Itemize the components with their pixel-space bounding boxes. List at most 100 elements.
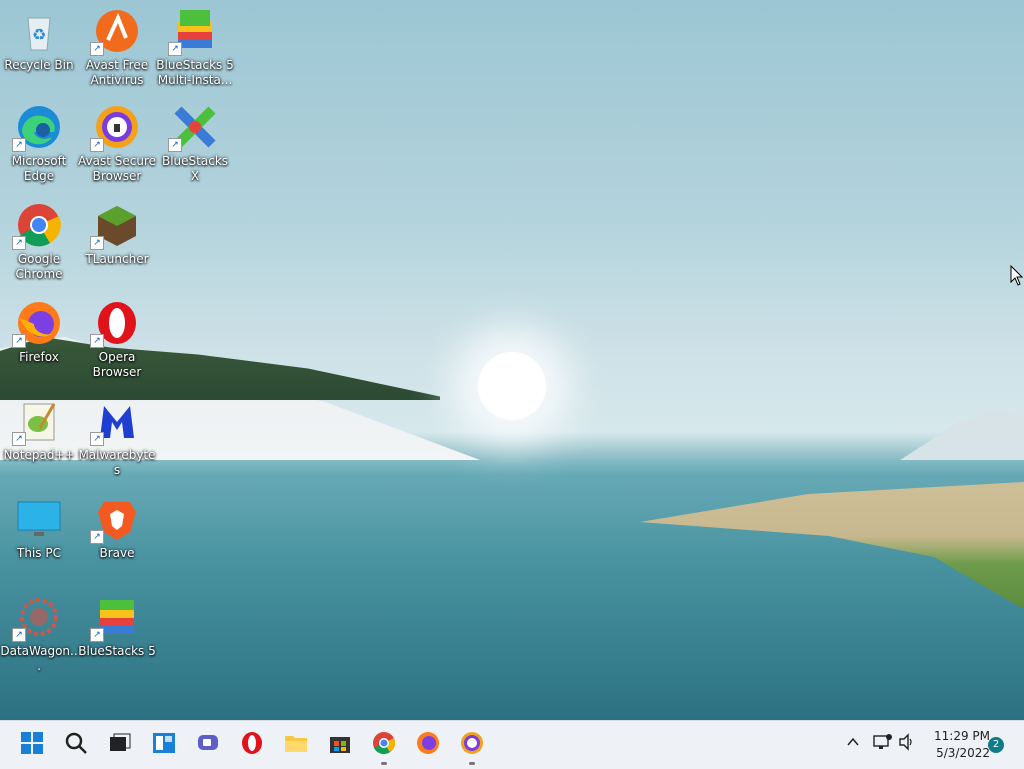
desktop-icon-recycle-bin[interactable]: ♻ Recycle Bin — [0, 8, 78, 73]
shortcut-arrow-icon: ↗ — [90, 530, 104, 544]
icon-label: DataWagon... — [0, 644, 78, 673]
opera-icon — [240, 731, 264, 759]
this-pc-icon — [16, 496, 62, 542]
taskbar: 11:29 PM 5/3/2022 2 — [0, 720, 1024, 769]
desktop-icon-datawagon[interactable]: ↗ DataWagon... — [0, 594, 78, 674]
shortcut-arrow-icon: ↗ — [12, 432, 26, 446]
taskbar-avast-secure-browser[interactable] — [456, 729, 488, 765]
shortcut-arrow-icon: ↗ — [90, 432, 104, 446]
desktop-icon-avast-free-antivirus[interactable]: ↗ Avast Free Antivirus — [78, 8, 156, 88]
shortcut-arrow-icon: ↗ — [168, 42, 182, 56]
icon-label: BlueStacks X — [161, 154, 229, 183]
icon-label: BlueStacks 5 Multi-Insta... — [156, 58, 234, 87]
start-icon — [20, 731, 44, 759]
desktop-icon-malwarebytes[interactable]: ↗ Malwarebytes — [78, 398, 156, 478]
clock[interactable]: 11:29 PM 5/3/2022 — [920, 728, 990, 762]
icon-label: Firefox — [19, 350, 59, 364]
icon-label: Avast Secure Browser — [78, 154, 156, 183]
widgets-button[interactable] — [148, 729, 180, 761]
chrome-icon: ↗ — [12, 202, 62, 250]
network-button[interactable] — [872, 733, 892, 755]
microsoft-store-icon — [328, 731, 352, 759]
icon-label: Brave — [99, 546, 135, 560]
opera-icon: ↗ — [90, 300, 140, 348]
malwarebytes-icon: ↗ — [90, 398, 140, 446]
desktop-icon-opera-browser[interactable]: ↗ Opera Browser — [78, 300, 156, 380]
shortcut-arrow-icon: ↗ — [12, 334, 26, 348]
brave-icon: ↗ — [90, 496, 140, 544]
shortcut-arrow-icon: ↗ — [12, 628, 26, 642]
desktop-icon-microsoft-edge[interactable]: ↗ Microsoft Edge — [0, 104, 78, 184]
avast-browser-icon: ↗ — [90, 104, 140, 152]
network-icon — [872, 734, 892, 755]
notepad-plus-plus-icon: ↗ — [12, 398, 62, 446]
notification-badge[interactable]: 2 — [988, 737, 1004, 753]
taskbar-file-explorer[interactable] — [280, 729, 312, 761]
icon-label: Notepad++ — [3, 448, 75, 462]
desktop-icon-tlauncher[interactable]: ↗ TLauncher — [78, 202, 156, 267]
shortcut-arrow-icon: ↗ — [90, 42, 104, 56]
running-indicator — [381, 762, 387, 765]
shortcut-arrow-icon: ↗ — [90, 138, 104, 152]
icon-label: Opera Browser — [92, 350, 142, 379]
desktop-icon-google-chrome[interactable]: ↗ Google Chrome — [0, 202, 78, 282]
desktop-icon-notepad-plus-plus[interactable]: ↗ Notepad++ — [0, 398, 78, 463]
shortcut-arrow-icon: ↗ — [168, 138, 182, 152]
taskbar-chrome[interactable] — [368, 729, 400, 765]
bluestacks-5-icon: ↗ — [90, 594, 140, 642]
desktop: ♻ Recycle Bin ↗ Microsoft Edge ↗ Google … — [0, 0, 1024, 720]
desktop-icon-this-pc[interactable]: This PC — [0, 496, 78, 561]
avast-browser-icon — [460, 731, 484, 759]
bluestacks-x-icon: ↗ — [168, 104, 218, 152]
task-view-icon — [108, 731, 132, 759]
icon-label: Malwarebytes — [78, 448, 156, 477]
icon-label: Avast Free Antivirus — [85, 58, 149, 87]
taskbar-firefox[interactable] — [412, 729, 444, 761]
volume-button[interactable] — [898, 733, 916, 755]
file-explorer-icon — [284, 731, 308, 759]
taskbar-opera[interactable] — [236, 729, 268, 761]
icon-label: Google Chrome — [15, 252, 63, 281]
task-view-button[interactable] — [104, 729, 136, 761]
wallpaper-mountain — [900, 410, 1024, 460]
shortcut-arrow-icon: ↗ — [90, 334, 104, 348]
mouse-cursor-icon — [1010, 264, 1024, 291]
firefox-icon — [416, 731, 440, 759]
teams-chat-button[interactable] — [192, 729, 224, 761]
wallpaper-sun — [478, 352, 546, 420]
icon-label: TLauncher — [85, 252, 149, 266]
desktop-icon-bluestacks-multi-instance[interactable]: ↗ BlueStacks 5 Multi-Insta... — [156, 8, 234, 88]
desktop-icon-brave[interactable]: ↗ Brave — [78, 496, 156, 561]
bluestacks-multi-icon: ↗ — [168, 8, 218, 56]
recycle-bin-icon: ♻ — [16, 8, 62, 54]
svg-text:♻: ♻ — [32, 25, 46, 44]
search-button[interactable] — [60, 729, 92, 761]
widgets-icon — [152, 731, 176, 759]
search-icon — [64, 731, 88, 759]
datawagon-icon: ↗ — [12, 594, 62, 642]
start-button[interactable] — [16, 729, 48, 761]
firefox-icon: ↗ — [12, 300, 62, 348]
speaker-icon — [898, 733, 916, 755]
shortcut-arrow-icon: ↗ — [90, 628, 104, 642]
clock-date: 5/3/2022 — [936, 746, 990, 760]
chevron-up-icon — [846, 737, 860, 753]
chrome-icon — [372, 731, 396, 759]
desktop-icon-bluestacks-x[interactable]: ↗ BlueStacks X — [156, 104, 234, 184]
teams-chat-icon — [196, 731, 220, 759]
shortcut-arrow-icon: ↗ — [90, 236, 104, 250]
edge-icon: ↗ — [12, 104, 62, 152]
running-indicator — [469, 762, 475, 765]
desktop-icon-firefox[interactable]: ↗ Firefox — [0, 300, 78, 365]
clock-time: 11:29 PM — [934, 729, 990, 743]
desktop-icon-avast-secure-browser[interactable]: ↗ Avast Secure Browser — [78, 104, 156, 184]
avast-antivirus-icon: ↗ — [90, 8, 140, 56]
tlauncher-icon: ↗ — [90, 202, 140, 250]
icon-label: Microsoft Edge — [11, 154, 67, 183]
show-hidden-icons-button[interactable] — [846, 735, 860, 753]
taskbar-microsoft-store[interactable] — [324, 729, 356, 761]
icon-label: Recycle Bin — [4, 58, 74, 72]
desktop-icon-bluestacks-5[interactable]: ↗ BlueStacks 5 — [78, 594, 156, 659]
shortcut-arrow-icon: ↗ — [12, 236, 26, 250]
icon-label: BlueStacks 5 — [78, 644, 156, 658]
